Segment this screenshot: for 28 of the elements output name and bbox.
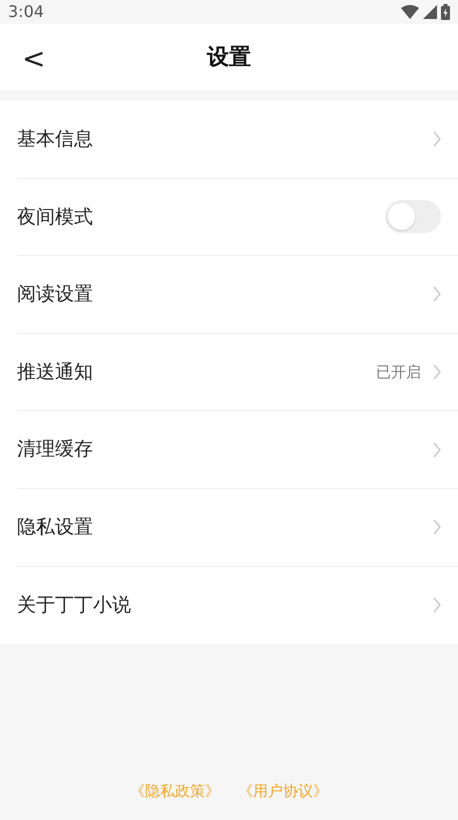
settings-row[interactable]: 阅读设置 (17, 256, 458, 334)
settings-row[interactable]: 推送通知 已开启 (17, 334, 458, 412)
settings-row[interactable]: 隐私设置 (17, 488, 458, 567)
chevron-icon (433, 442, 441, 458)
settings-row[interactable]: 夜间模式 (17, 178, 458, 256)
toggle-switch[interactable] (385, 200, 441, 234)
row-label: 阅读设置 (17, 282, 94, 308)
chevron-icon (433, 286, 441, 302)
row-label: 隐私设置 (17, 515, 94, 540)
back-button[interactable]: < (14, 41, 54, 77)
row-label: 关于丁丁小说 (17, 593, 132, 618)
battery-icon (441, 4, 450, 20)
settings-row[interactable]: 关于丁丁小说 (17, 566, 458, 644)
chevron-icon (433, 519, 441, 536)
status-time: 3:04 (8, 1, 44, 23)
chevron-icon (433, 364, 441, 380)
row-label: 清理缓存 (17, 437, 94, 462)
chevron-icon (433, 597, 441, 614)
chevron-icon (433, 131, 441, 148)
wifi-icon (401, 5, 419, 19)
row-value: 已开启 (376, 362, 421, 383)
settings-row[interactable]: 基本信息 (17, 101, 458, 179)
signal-icon (423, 5, 437, 19)
row-label: 基本信息 (17, 127, 94, 152)
settings-row[interactable]: 清理缓存 (17, 411, 458, 489)
row-label: 推送通知 (17, 360, 94, 385)
page-title: 设置 (207, 44, 251, 72)
row-label: 夜间模式 (17, 204, 94, 230)
